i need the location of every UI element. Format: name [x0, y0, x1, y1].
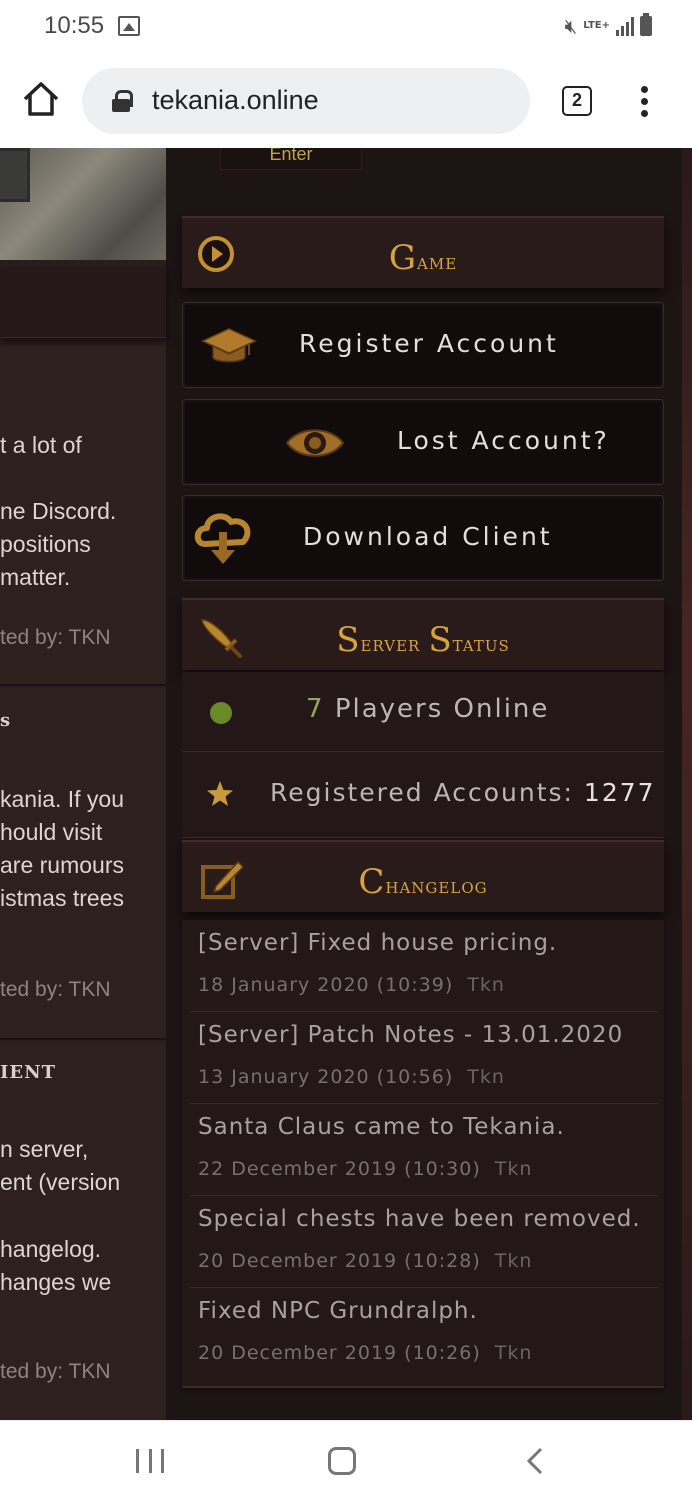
post-text-line: istmas trees — [0, 885, 124, 911]
changelog-date: 18 January 2020 (10:39) Tkn — [198, 974, 505, 996]
news-header — [0, 268, 166, 338]
changelog-title: Special chests have been removed. — [198, 1206, 641, 1232]
status-time: 10:55 — [44, 12, 105, 39]
server-status-header: Server Status — [182, 598, 664, 670]
changelog-item[interactable]: Santa Claus came to Tekania. 22 December… — [190, 1104, 658, 1196]
star-icon — [207, 781, 233, 806]
web-content: t a lot of ne Discord. positions matter.… — [0, 148, 692, 1420]
registered-accounts-row: Registered Accounts: 1277 — [182, 752, 664, 838]
download-client-label: Download Client — [303, 522, 553, 551]
section-title: Game — [388, 238, 458, 278]
lock-icon — [112, 90, 133, 112]
changelog-item[interactable]: [Server] Patch Notes - 13.01.2020 13 Jan… — [190, 1012, 658, 1104]
system-nav-bar — [0, 1420, 692, 1500]
section-title: Server Status — [336, 620, 510, 660]
gallery-notification-icon — [118, 16, 140, 36]
game-section-header: Game — [182, 216, 664, 288]
signal-icon — [616, 16, 634, 36]
post-text-line: are rumours — [0, 852, 124, 878]
post-text-line: positions — [0, 531, 91, 557]
post-author: ted by: TKN — [0, 1360, 111, 1383]
changelog-date: 20 December 2019 (10:26) Tkn — [198, 1342, 533, 1364]
post-text-line: hanges we — [0, 1269, 112, 1295]
network-type-label: LTE+ — [583, 20, 610, 31]
recent-apps-icon[interactable] — [136, 1449, 164, 1473]
battery-icon — [640, 13, 652, 36]
post-title[interactable]: IENT — [0, 1062, 56, 1083]
changelog-list: [Server] Fixed house pricing. 18 January… — [182, 920, 664, 1388]
changelog-title: [Server] Patch Notes - 13.01.2020 — [198, 1022, 624, 1048]
post-text-line: kania. If you — [0, 786, 125, 812]
mute-icon: 🔇︎ — [564, 14, 578, 38]
changelog-item[interactable]: Special chests have been removed. 20 Dec… — [190, 1196, 658, 1288]
news-post: t a lot of ne Discord. positions matter.… — [0, 346, 166, 686]
home-nav-icon[interactable] — [328, 1447, 356, 1475]
online-indicator-icon — [210, 702, 232, 724]
news-post: IENT n server, ent (version hangelog. ha… — [0, 1042, 166, 1420]
changelog-date: 13 January 2020 (10:56) Tkn — [198, 1066, 505, 1088]
post-text-line: t a lot of — [0, 432, 82, 458]
post-text-line: ne Discord. — [0, 498, 117, 524]
registered-accounts-text: Registered Accounts: 1277 — [270, 778, 656, 807]
post-title[interactable]: s — [0, 710, 11, 731]
changelog-title: Santa Claus came to Tekania. — [198, 1114, 565, 1140]
players-online-row: 7 Players Online — [182, 672, 664, 752]
post-text-line: hould visit — [0, 819, 103, 845]
post-author: ted by: TKN — [0, 626, 111, 649]
eye-icon — [285, 429, 345, 457]
tab-switcher-button[interactable]: 2 — [562, 86, 592, 116]
download-client-button[interactable]: Download Client — [182, 495, 664, 581]
news-image — [0, 148, 166, 260]
changelog-header: Changelog — [182, 840, 664, 912]
post-text-line: ent (version — [0, 1169, 121, 1195]
more-menu-icon[interactable] — [636, 86, 652, 118]
changelog-date: 22 December 2019 (10:30) Tkn — [198, 1158, 533, 1180]
status-icons: 🔇︎ LTE+ — [564, 13, 652, 38]
lost-account-button[interactable]: Lost Account? — [182, 399, 664, 485]
changelog-item[interactable]: Fixed NPC Grundralph. 20 December 2019 (… — [190, 1288, 658, 1380]
post-text-line: n server, — [0, 1136, 89, 1162]
changelog-date: 20 December 2019 (10:28) Tkn — [198, 1250, 533, 1272]
enter-button[interactable]: Enter — [220, 148, 362, 170]
section-title: Changelog — [358, 862, 488, 902]
status-bar: 10:55 🔇︎ LTE+ — [0, 0, 692, 56]
news-post: s kania. If you hould visit are rumours … — [0, 688, 166, 1040]
lost-account-label: Lost Account? — [397, 426, 610, 455]
players-online-text: 7 Players Online — [306, 694, 550, 724]
page-edge — [682, 148, 692, 1420]
register-account-label: Register Account — [299, 329, 559, 358]
browser-toolbar: tekania.online 2 — [0, 56, 692, 148]
graduation-cap-icon — [201, 328, 257, 363]
post-text-line: matter. — [0, 564, 71, 590]
sidebar: Enter Game Register Account Lost Account… — [182, 148, 666, 1420]
post-author: ted by: TKN — [0, 978, 111, 1001]
url-text: tekania.online — [152, 85, 319, 115]
home-icon[interactable] — [20, 78, 62, 120]
post-text-line: hangelog. — [0, 1236, 102, 1262]
address-bar[interactable]: tekania.online — [82, 68, 530, 134]
changelog-title: Fixed NPC Grundralph. — [198, 1298, 478, 1324]
register-account-button[interactable]: Register Account — [182, 302, 664, 388]
changelog-item[interactable]: [Server] Fixed house pricing. 18 January… — [190, 920, 658, 1012]
changelog-title: [Server] Fixed house pricing. — [198, 930, 558, 956]
news-column: t a lot of ne Discord. positions matter.… — [0, 148, 166, 1420]
back-icon[interactable] — [522, 1447, 550, 1475]
download-cloud-icon — [194, 513, 251, 564]
